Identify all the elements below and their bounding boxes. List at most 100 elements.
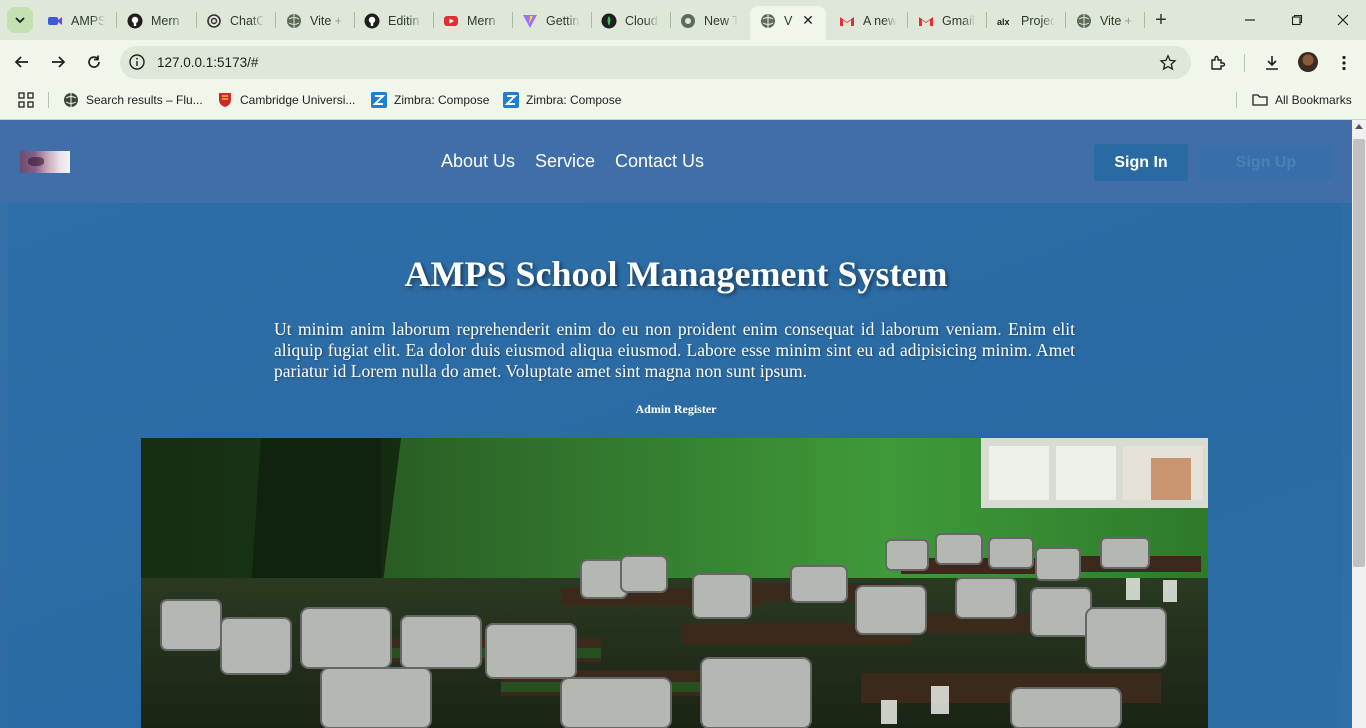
new-tab-icon[interactable]: + [1151, 10, 1171, 30]
tab-divider [1144, 12, 1145, 28]
tab-divider [354, 12, 355, 28]
tab-label: Mern [151, 13, 180, 28]
tab-label: Editin [388, 13, 420, 28]
tab[interactable]: Gettin [522, 7, 580, 34]
tab[interactable]: Vite + [1076, 7, 1134, 34]
tab[interactable]: A new [839, 7, 897, 34]
reload-icon[interactable] [84, 52, 104, 72]
zimbra-icon [371, 92, 387, 108]
more-menu-icon[interactable] [1334, 53, 1354, 73]
github-icon [364, 13, 380, 29]
tab[interactable]: Mern [443, 7, 501, 34]
tab-label: New T [704, 13, 738, 28]
folder-icon [1252, 92, 1268, 108]
tab-label: Cloud [625, 13, 658, 28]
bookmark-item[interactable]: Zimbra: Compose [503, 91, 621, 109]
tab-label: V [784, 13, 793, 28]
sign-up-button[interactable]: Sign Up [1198, 144, 1334, 181]
tab-label: A new [863, 13, 897, 28]
close-tab-icon[interactable]: ✕ [800, 12, 816, 28]
youtube-icon [443, 13, 459, 29]
mongodb-icon [601, 13, 617, 29]
bookmark-divider [48, 92, 49, 108]
bookmarks-bar [0, 85, 1366, 116]
crest-icon [217, 92, 233, 108]
download-icon[interactable] [1262, 53, 1282, 73]
bookmark-label: Zimbra: Compose [394, 93, 490, 107]
video-icon [47, 13, 63, 29]
profile-avatar[interactable] [1298, 52, 1318, 72]
site-info-icon[interactable] [128, 53, 146, 71]
tab-divider [591, 12, 592, 28]
classroom-illustration [141, 438, 1208, 728]
tab-divider [986, 12, 987, 28]
url-text[interactable]: 127.0.0.1:5173/# [157, 55, 258, 70]
site-navbar: About Us Service Contact Us Sign In Sign… [0, 120, 1352, 203]
nav-link-contact-us[interactable]: Contact Us [615, 151, 704, 172]
gmail-icon [839, 13, 855, 29]
bookmark-item[interactable]: Search results – Flu... [63, 91, 203, 109]
page-title: AMPS School Management System [404, 254, 948, 294]
chrome-icon [680, 13, 696, 29]
restore-icon[interactable] [1287, 10, 1307, 30]
bookmark-item[interactable]: Cambridge Universi... [217, 91, 355, 109]
close-window-icon[interactable] [1333, 10, 1353, 30]
tab-label: AMPS [71, 13, 105, 28]
tab[interactable]: New T [680, 7, 738, 34]
bookmark-star-icon[interactable] [1159, 54, 1177, 72]
tab[interactable]: Mern [127, 7, 185, 34]
globe-icon [760, 13, 776, 29]
tab[interactable]: alx Projec [997, 7, 1055, 34]
svg-text:alx: alx [997, 17, 1010, 27]
toolbar-divider [1244, 54, 1245, 72]
bookmark-label: Cambridge Universi... [240, 93, 356, 107]
tab-divider [275, 12, 276, 28]
globe-icon [286, 13, 302, 29]
bookmark-divider [1236, 92, 1237, 108]
tab-label: Gettin [546, 13, 580, 28]
chatgpt-icon [206, 13, 222, 29]
tab[interactable]: Vite + [286, 7, 344, 34]
tab-label: ChatG [230, 13, 264, 28]
nav-link-service[interactable]: Service [535, 151, 595, 172]
minimize-icon[interactable] [1240, 10, 1260, 30]
hero-description: Ut minim anim laborum reprehenderit enim… [274, 319, 1075, 381]
scrollbar-thumb[interactable] [1353, 139, 1365, 567]
globe-icon [63, 92, 79, 108]
chevron-down-icon [15, 17, 25, 24]
tab-label: Mern [467, 13, 496, 28]
scroll-up-arrow-icon[interactable] [1355, 124, 1363, 129]
bookmark-item[interactable]: Zimbra: Compose [371, 91, 489, 109]
tab-divider [512, 12, 513, 28]
tab[interactable]: ChatG [206, 7, 264, 34]
forward-arrow-icon[interactable] [48, 52, 68, 72]
tab[interactable]: Cloud [601, 7, 659, 34]
nav-link-about-us[interactable]: About Us [441, 151, 515, 172]
tab-divider [670, 12, 671, 28]
tab[interactable]: AMPS [47, 7, 105, 34]
all-bookmarks-label: All Bookmarks [1275, 93, 1352, 107]
github-icon [127, 13, 143, 29]
classroom-image [141, 438, 1208, 728]
extensions-icon[interactable] [1208, 53, 1228, 73]
address-bar[interactable] [120, 46, 1191, 79]
tab-label: Projec [1021, 13, 1055, 28]
gmail-icon [918, 13, 934, 29]
page-viewport: About Us Service Contact Us Sign In Sign… [0, 120, 1352, 728]
tab-search-button[interactable] [7, 7, 33, 33]
apps-grid-icon[interactable] [18, 91, 34, 109]
tab[interactable]: Gmail [918, 7, 976, 34]
back-arrow-icon[interactable] [12, 52, 32, 72]
tab[interactable]: Editin [364, 7, 422, 34]
bookmark-label: Search results – Flu... [86, 93, 203, 107]
admin-register-link[interactable]: Admin Register [0, 402, 1352, 417]
sign-in-button[interactable]: Sign In [1094, 144, 1188, 181]
active-tab-content[interactable]: V [760, 7, 798, 34]
tab-label: Gmail [942, 13, 975, 28]
all-bookmarks-button[interactable]: All Bookmarks [1252, 91, 1352, 109]
site-logo[interactable] [20, 151, 70, 173]
tab-divider [907, 12, 908, 28]
tab-divider [1065, 12, 1066, 28]
tab-label: Vite + [310, 13, 343, 28]
tab-divider [116, 12, 117, 28]
